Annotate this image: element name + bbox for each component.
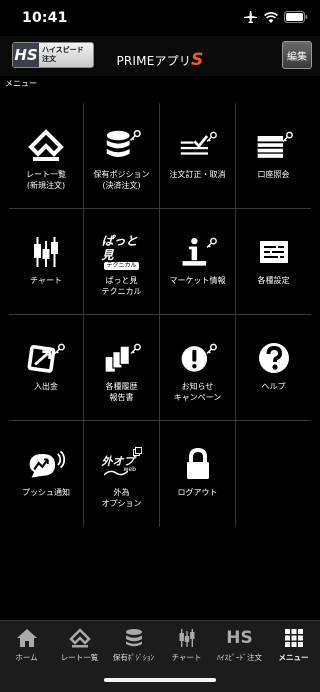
menu-item-order-modify[interactable]: 注文訂正・取消 <box>160 103 236 209</box>
push-notification-icon <box>29 450 66 478</box>
grid-menu-icon <box>284 629 303 647</box>
quick-technical-icon: ぱっと見 テクニカル <box>102 234 142 270</box>
tab-label: ﾊｲｽﾋﾟｰﾄﾞ注文 <box>217 653 262 662</box>
menu-item-positions[interactable]: 保有ポジション (決済注文) <box>84 103 160 209</box>
airplane-icon <box>244 11 257 23</box>
menu-item-label: 注文訂正・取消 <box>169 170 226 179</box>
status-icons <box>243 11 308 23</box>
menu-item-label: 口座照会 <box>257 170 290 179</box>
menu-item-push-notification[interactable]: プッシュ通知 <box>9 421 84 527</box>
battery-icon <box>284 11 308 23</box>
app-title-main: PRIMEアプリ <box>116 54 192 68</box>
coin-stack-icon <box>125 629 142 647</box>
tab-label: 保有ﾎﾟｼﾞｼｮﾝ <box>112 653 155 662</box>
deposit-withdraw-icon <box>27 343 65 373</box>
menu-item-label: 保有ポジション (決済注文) <box>93 170 150 190</box>
quick-technical-icon-text: ぱっと見 <box>101 234 138 262</box>
app-title: PRIMEアプリS <box>0 50 320 70</box>
menu-item-history-reports[interactable]: 各種履歴 報告書 <box>84 315 160 421</box>
menu-item-deposit-withdraw[interactable]: 入出金 <box>9 315 84 421</box>
menu-item-label: 各種設定 <box>257 276 290 285</box>
help-icon <box>258 343 289 373</box>
menu-item-rate-list[interactable]: レート一覧 (新規注文) <box>9 103 84 209</box>
settings-icon <box>259 241 288 263</box>
status-time: 10:41 <box>22 10 68 26</box>
tab-rate-list[interactable]: レート一覧 <box>53 627 106 663</box>
history-reports-icon <box>105 343 141 372</box>
menu-grid: レート一覧 (新規注文) 保有ポジション (決済注文) 注文訂正・取消 口座照会… <box>9 103 311 527</box>
candlestick-chart-icon <box>34 237 58 267</box>
app-header: HS ハイスピード 注文 PRIMEアプリS 編集 <box>0 36 320 76</box>
wifi-icon <box>264 11 278 23</box>
order-modify-icon <box>180 131 217 155</box>
info-icon <box>182 237 217 266</box>
menu-item-label: チャート <box>30 276 62 285</box>
tab-home[interactable]: ホーム <box>0 627 53 663</box>
exclamation-icon <box>181 343 217 372</box>
menu-item-label: ログアウト <box>177 488 218 497</box>
account-icon <box>257 131 293 158</box>
menu-item-label: ヘルプ <box>261 382 286 391</box>
menu-item-chart[interactable]: チャート <box>9 209 84 315</box>
external-link-icon <box>132 447 142 456</box>
hs-icon: HS <box>226 628 253 648</box>
menu-item-label: プッシュ通知 <box>22 488 70 497</box>
fx-option-icon: 外オプ web <box>102 447 142 481</box>
quick-technical-icon-sub: テクニカル <box>104 262 139 270</box>
status-bar: 10:41 <box>0 0 320 36</box>
edit-button[interactable]: 編集 <box>282 41 312 69</box>
menu-item-label: 外為 オプション <box>101 488 142 508</box>
menu-item-logout[interactable]: ログアウト <box>160 421 236 527</box>
menu-item-label: お知らせ キャンペーン <box>173 382 222 402</box>
menu-item-label: ぱっと見 テクニカル <box>101 276 142 296</box>
menu-item-fx-option[interactable]: 外オプ web 外為 オプション <box>84 421 160 527</box>
tab-menu[interactable]: メニュー <box>267 627 320 663</box>
menu-caption: メニュー <box>5 79 37 88</box>
app-title-s: S <box>191 50 204 70</box>
tab-label: ホーム <box>15 653 38 662</box>
menu-item-quick-technical[interactable]: ぱっと見 テクニカル ぱっと見 テクニカル <box>84 209 160 315</box>
tab-label: チャート <box>171 653 202 662</box>
home-indicator <box>104 678 216 682</box>
menu-item-notices[interactable]: お知らせ キャンペーン <box>160 315 236 421</box>
menu-item-account[interactable]: 口座照会 <box>236 103 311 209</box>
menu-item-help[interactable]: ヘルプ <box>236 315 311 421</box>
menu-item-settings[interactable]: 各種設定 <box>236 209 311 315</box>
tab-label: レート一覧 <box>60 653 99 662</box>
menu-item-label: レート一覧 (新規注文) <box>26 170 66 190</box>
rate-list-icon <box>28 129 64 161</box>
menu-item-label: 各種履歴 報告書 <box>105 382 138 402</box>
candlestick-chart-icon <box>179 629 194 647</box>
menu-item-market-info[interactable]: マーケット情報 <box>160 209 236 315</box>
home-icon <box>16 629 37 647</box>
rate-list-icon <box>68 628 91 648</box>
tab-high-speed-order[interactable]: HS ﾊｲｽﾋﾟｰﾄﾞ注文 <box>213 627 266 663</box>
menu-item-label: 入出金 <box>34 382 58 391</box>
menu-item-label: マーケット情報 <box>169 276 226 285</box>
menu-grid-empty-cell <box>236 421 311 527</box>
tab-label: メニュー <box>278 653 309 662</box>
tab-positions[interactable]: 保有ﾎﾟｼﾞｼｮﾝ <box>107 627 160 663</box>
lock-icon <box>186 447 209 479</box>
coin-stack-icon <box>106 130 141 157</box>
tab-chart[interactable]: チャート <box>160 627 213 663</box>
